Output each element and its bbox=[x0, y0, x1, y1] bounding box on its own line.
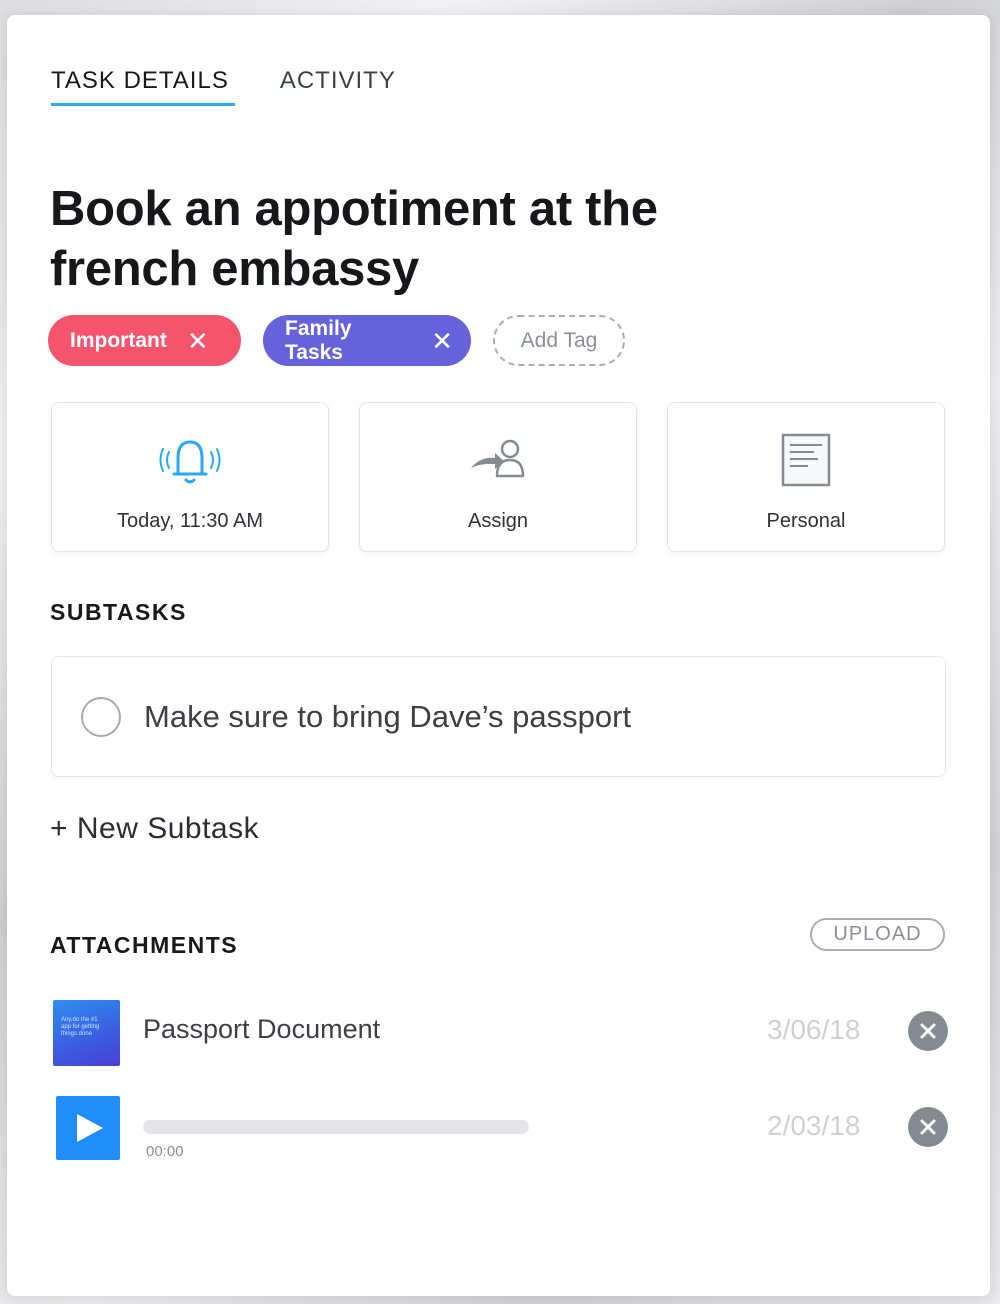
tag-list: Important ✕ Family Tasks ✕ Add Tag bbox=[48, 315, 625, 366]
list-card[interactable]: Personal bbox=[667, 402, 945, 552]
attachment-date: 3/06/18 bbox=[767, 1014, 861, 1045]
bell-icon bbox=[158, 432, 222, 487]
remove-attachment-button[interactable] bbox=[908, 1107, 948, 1147]
remove-attachment-button[interactable] bbox=[908, 1011, 948, 1051]
subtask-item[interactable]: Make sure to bring Dave’s passport bbox=[51, 656, 946, 777]
close-icon bbox=[920, 1023, 936, 1039]
task-details-panel: TASK DETAILS ACTIVITY Book an appotiment… bbox=[7, 15, 990, 1296]
tag-label: Family Tasks bbox=[285, 316, 352, 364]
subtask-text: Make sure to bring Dave’s passport bbox=[144, 698, 632, 734]
tag-important[interactable]: Important ✕ bbox=[48, 315, 241, 366]
close-icon[interactable]: ✕ bbox=[431, 328, 453, 354]
assign-card[interactable]: Assign bbox=[359, 402, 637, 552]
close-icon[interactable]: ✕ bbox=[187, 328, 209, 354]
task-title-line-1: Book an appotiment at the bbox=[50, 182, 658, 236]
audio-time: 00:00 bbox=[146, 1143, 184, 1160]
close-icon bbox=[920, 1119, 936, 1135]
list-label: Personal bbox=[766, 510, 846, 532]
reminder-label: Today, 11:30 AM bbox=[116, 510, 263, 532]
play-button[interactable] bbox=[56, 1096, 120, 1160]
task-options: Today, 11:30 AM Assign Personal bbox=[51, 402, 945, 552]
tab-activity[interactable]: ACTIVITY bbox=[280, 67, 396, 106]
play-icon bbox=[77, 1114, 103, 1142]
thumbnail-text: Any.do the #1 app for getting things don… bbox=[61, 1017, 100, 1037]
task-title[interactable]: Book an appotiment at the french embassy bbox=[50, 179, 770, 299]
document-icon bbox=[780, 432, 832, 487]
subtasks-heading: SUBTASKS bbox=[50, 599, 187, 625]
assign-user-icon bbox=[467, 432, 529, 487]
tab-task-details[interactable]: TASK DETAILS bbox=[51, 67, 235, 106]
audio-attachment-row: 00:00 2/03/18 bbox=[53, 1096, 953, 1164]
attachment-name[interactable]: Passport Document bbox=[143, 1014, 380, 1045]
attachments-heading: ATTACHMENTS bbox=[50, 932, 239, 958]
tab-bar: TASK DETAILS ACTIVITY bbox=[51, 67, 396, 106]
task-title-line-2: french embassy bbox=[50, 242, 419, 296]
upload-button[interactable]: UPLOAD bbox=[810, 918, 945, 951]
assign-label: Assign bbox=[467, 510, 529, 532]
add-tag-button[interactable]: Add Tag bbox=[493, 315, 625, 366]
attachment-date: 2/03/18 bbox=[767, 1110, 861, 1141]
subtask-checkbox[interactable] bbox=[81, 696, 121, 737]
tag-family-tasks[interactable]: Family Tasks ✕ bbox=[263, 315, 471, 366]
attachment-row: Any.do the #1 app for getting things don… bbox=[53, 1000, 953, 1068]
reminder-card[interactable]: Today, 11:30 AM bbox=[51, 402, 329, 552]
tag-label: Important bbox=[70, 328, 167, 352]
audio-progress-bar[interactable] bbox=[143, 1120, 529, 1134]
document-thumbnail[interactable]: Any.do the #1 app for getting things don… bbox=[53, 1000, 120, 1066]
new-subtask-button[interactable]: + New Subtask bbox=[50, 812, 259, 846]
